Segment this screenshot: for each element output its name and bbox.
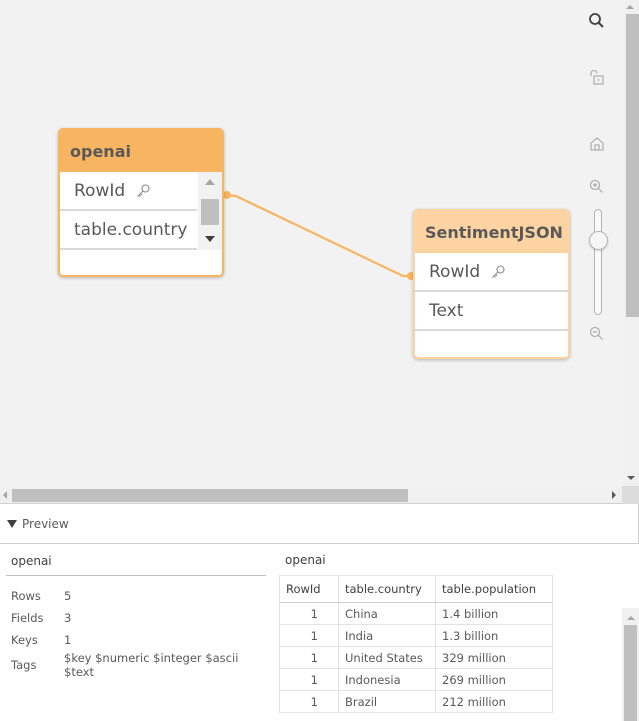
key-icon	[492, 264, 505, 278]
cell: 1	[279, 690, 339, 713]
scroll-thumb[interactable]	[12, 489, 408, 502]
model-canvas[interactable]: openai RowId table.country SentimentJSON…	[0, 0, 639, 504]
cell: China	[338, 602, 436, 625]
table-card-sentimentjson[interactable]: SentimentJSON RowId Text	[413, 209, 570, 359]
field-label: table.country	[74, 219, 188, 240]
data-preview-table: RowId table.country table.population 1 C…	[279, 575, 553, 713]
table-row: 1 India 1.3 billion	[279, 624, 553, 647]
cell: 269 million	[435, 668, 553, 691]
scroll-up-arrow-icon[interactable]	[626, 5, 634, 9]
field-rowid[interactable]: RowId	[415, 253, 568, 292]
search-icon[interactable]	[588, 12, 606, 30]
link-start-dot	[223, 191, 231, 199]
zoom-in-icon[interactable]	[588, 178, 606, 196]
metadata-key: Rows	[11, 589, 41, 603]
table-row: 1 China 1.4 billion	[279, 602, 553, 625]
scroll-down-arrow-icon[interactable]	[205, 236, 215, 242]
scroll-down-arrow-icon[interactable]	[627, 476, 635, 480]
cell: 1	[279, 602, 339, 625]
scroll-up-arrow-icon[interactable]	[627, 616, 635, 620]
field-table-country[interactable]: table.country	[60, 211, 197, 250]
column-header[interactable]: RowId	[279, 575, 339, 603]
field-list-scrollbar[interactable]	[198, 172, 222, 250]
home-icon[interactable]	[588, 135, 606, 153]
cell: Brazil	[338, 690, 436, 713]
metadata-row: Fields 3	[6, 607, 266, 629]
link-line	[225, 193, 411, 278]
preview-vertical-scrollbar[interactable]	[622, 608, 639, 721]
field-label: RowId	[74, 180, 126, 201]
table-row: 1 Indonesia 269 million	[279, 668, 553, 691]
cell: 1	[279, 646, 339, 669]
canvas-horizontal-scrollbar[interactable]	[0, 486, 622, 504]
metadata-title: openai	[6, 548, 266, 576]
cell: 212 million	[435, 690, 553, 713]
metadata-value: $key $numeric $integer $ascii $text	[64, 651, 239, 679]
cell: 1	[279, 668, 339, 691]
zoom-slider-track[interactable]	[594, 209, 602, 315]
scroll-left-arrow-icon[interactable]	[3, 491, 7, 499]
unlock-icon[interactable]	[588, 69, 606, 87]
key-icon	[137, 183, 150, 197]
field-label: RowId	[429, 261, 481, 282]
metadata-value: 1	[64, 633, 72, 647]
zoom-out-icon[interactable]	[588, 325, 606, 343]
metadata-key: Tags	[11, 658, 37, 672]
scroll-thumb[interactable]	[201, 199, 219, 225]
metadata-row: Tags $key $numeric $integer $ascii $text	[6, 651, 266, 679]
metadata-value: 3	[64, 611, 72, 625]
table-row: 1 United States 329 million	[279, 646, 553, 669]
scrollbar-corner	[622, 486, 639, 504]
field-label: Text	[429, 300, 464, 321]
metadata-key: Fields	[11, 611, 44, 625]
column-header[interactable]: table.population	[435, 575, 553, 603]
canvas-vertical-scrollbar[interactable]	[622, 0, 639, 486]
cell: 1	[279, 624, 339, 647]
data-preview-title: openai	[285, 553, 326, 567]
table-title: SentimentJSON	[415, 211, 568, 253]
scroll-thumb[interactable]	[624, 625, 637, 721]
cell: United States	[338, 646, 436, 669]
table-row: 1 Brazil 212 million	[279, 690, 553, 713]
preview-label: Preview	[22, 516, 69, 531]
field-rowid[interactable]: RowId	[60, 172, 197, 211]
table-title: openai	[60, 130, 222, 172]
data-model-viewer: openai RowId table.country SentimentJSON…	[0, 0, 639, 721]
scroll-thumb[interactable]	[626, 14, 639, 317]
field-text[interactable]: Text	[415, 292, 568, 331]
metadata-key: Keys	[11, 633, 38, 647]
scroll-up-arrow-icon[interactable]	[205, 179, 215, 185]
preview-toggle[interactable]: Preview	[0, 504, 639, 544]
cell: 329 million	[435, 646, 553, 669]
metadata-value: 5	[64, 589, 72, 603]
cell: 1.4 billion	[435, 602, 553, 625]
cell: Indonesia	[338, 668, 436, 691]
header-row: RowId table.country table.population	[279, 575, 553, 603]
metadata-table: Rows 5 Fields 3 Keys 1 Tags $key $numeri…	[6, 585, 266, 679]
cell: India	[338, 624, 436, 647]
zoom-slider-handle[interactable]	[589, 231, 608, 250]
cell: 1.3 billion	[435, 624, 553, 647]
column-header[interactable]: table.country	[338, 575, 436, 603]
table-card-openai[interactable]: openai RowId table.country	[58, 128, 224, 277]
scroll-right-arrow-icon[interactable]	[612, 491, 616, 499]
metadata-row: Keys 1	[6, 629, 266, 651]
metadata-row: Rows 5	[6, 585, 266, 607]
caret-down-icon	[7, 519, 17, 528]
table-metadata-panel: openai Rows 5 Fields 3 Keys 1 Tags $key …	[6, 548, 266, 679]
